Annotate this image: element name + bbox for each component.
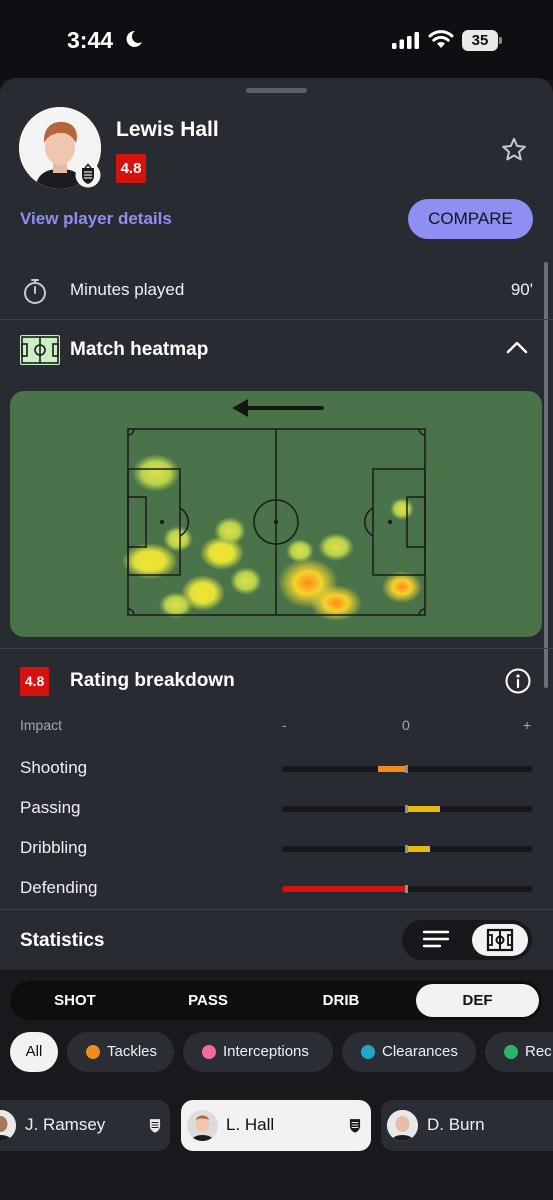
- chip-label: All: [25, 1043, 43, 1060]
- player-rating-badge: 4.8: [116, 154, 146, 183]
- impact-scale-plus: +: [523, 717, 532, 733]
- rating-row-shooting: Shooting: [0, 758, 553, 798]
- player-card-avatar: [387, 1110, 418, 1141]
- view-player-details-link[interactable]: View player details: [20, 209, 172, 229]
- impact-label: Impact: [20, 717, 63, 733]
- impact-track: [282, 885, 532, 893]
- impact-zero-marker: [405, 805, 408, 813]
- minutes-played-value: 90': [510, 280, 533, 299]
- impact-fill: [377, 766, 407, 772]
- chevron-up-icon[interactable]: [506, 340, 528, 354]
- interceptions-dot-icon: [202, 1045, 216, 1059]
- recoveries-dot-icon: [504, 1045, 518, 1059]
- club-badge-icon: [349, 1119, 361, 1133]
- rating-breakdown-badge: 4.8: [20, 667, 49, 696]
- player-card-name: D. Burn: [427, 1115, 485, 1134]
- filter-tackles-chip[interactable]: Tackles: [67, 1032, 174, 1072]
- list-view-button[interactable]: [407, 924, 465, 956]
- chip-label: Tackles: [107, 1043, 158, 1060]
- match-heatmap: [10, 391, 542, 637]
- impact-track: [282, 765, 532, 773]
- tab-pass[interactable]: PASS: [143, 984, 273, 1017]
- minutes-played-row: Minutes played 90': [0, 268, 553, 320]
- stopwatch-icon: [24, 279, 46, 304]
- filter-recoveries-chip[interactable]: Rec: [485, 1032, 553, 1072]
- wifi-icon: [428, 30, 454, 48]
- impact-fill: [406, 806, 441, 812]
- rating-breakdown: 4.8 Rating breakdown Impact - 0 + Shooti…: [0, 648, 553, 910]
- player-card-name: L. Hall: [226, 1115, 275, 1134]
- heatmap-header[interactable]: Match heatmap: [0, 320, 553, 382]
- filter-all-chip[interactable]: All: [10, 1032, 58, 1072]
- impact-track: [282, 845, 532, 853]
- player-name: Lewis Hall: [116, 118, 219, 141]
- impact-zero-marker: [405, 765, 408, 773]
- tab-shot[interactable]: SHOT: [10, 984, 140, 1017]
- attack-direction-arrow-icon: [232, 399, 324, 417]
- signal-icon: [392, 32, 419, 49]
- compare-button[interactable]: COMPARE: [408, 199, 533, 239]
- battery-level: 35: [462, 30, 498, 51]
- impact-fill: [282, 886, 407, 892]
- chip-label: Interceptions: [223, 1043, 309, 1060]
- tackles-dot-icon: [86, 1045, 100, 1059]
- category-tabs: SHOT PASS DRIB DEF: [10, 981, 542, 1020]
- impact-scale-zero: 0: [402, 717, 410, 733]
- statistics-controls: SHOT PASS DRIB DEF All Tackles Intercept…: [0, 970, 553, 1200]
- pitch-icon: [486, 928, 514, 952]
- status-time: 3:44: [67, 27, 114, 53]
- heatmap-pitch: [122, 399, 426, 621]
- favorite-star-icon[interactable]: [500, 136, 528, 164]
- rating-row-label: Passing: [20, 798, 81, 817]
- impact-zero-marker: [405, 845, 408, 853]
- player-card-ramsey[interactable]: J. Ramsey: [0, 1100, 170, 1151]
- player-selector: J. Ramsey L. Hall D. Burn: [0, 1100, 553, 1152]
- club-badge-icon: [149, 1119, 161, 1133]
- heatmap-title: Match heatmap: [70, 339, 209, 360]
- player-card-name: J. Ramsey: [25, 1115, 106, 1134]
- player-card-hall[interactable]: L. Hall: [181, 1100, 371, 1151]
- player-card-avatar: [187, 1110, 218, 1141]
- status-bar: 3:44 35: [0, 0, 553, 80]
- filter-interceptions-chip[interactable]: Interceptions: [183, 1032, 333, 1072]
- clearances-dot-icon: [361, 1045, 375, 1059]
- impact-fill: [406, 846, 431, 852]
- pitch-icon: [20, 335, 60, 365]
- impact-zero-marker: [405, 885, 408, 893]
- chip-label: Rec: [525, 1043, 552, 1060]
- player-card-burn[interactable]: D. Burn: [381, 1100, 553, 1151]
- info-icon[interactable]: [504, 667, 532, 695]
- sheet-grabber[interactable]: [246, 88, 307, 93]
- minutes-played-label: Minutes played: [70, 280, 185, 299]
- impact-scale-minus: -: [282, 717, 287, 733]
- tab-def[interactable]: DEF: [416, 984, 539, 1017]
- statistics-title: Statistics: [20, 930, 105, 951]
- player-sheet: Lewis Hall 4.8 View player details COMPA…: [0, 78, 553, 1200]
- rating-row-label: Shooting: [20, 758, 88, 777]
- tab-drib[interactable]: DRIB: [276, 984, 406, 1017]
- chip-label: Clearances: [382, 1043, 458, 1060]
- filter-clearances-chip[interactable]: Clearances: [342, 1032, 476, 1072]
- heatmap-blobs: [122, 454, 422, 621]
- rating-row-passing: Passing: [0, 798, 553, 838]
- list-icon: [422, 930, 450, 948]
- impact-track: [282, 805, 532, 813]
- battery-indicator: 35: [462, 30, 502, 51]
- rating-breakdown-title: Rating breakdown: [70, 670, 235, 691]
- rating-row-dribbling: Dribbling: [0, 838, 553, 878]
- player-card-avatar: [0, 1110, 16, 1141]
- pitch-view-button[interactable]: [472, 924, 528, 956]
- moon-icon: [126, 30, 142, 47]
- rating-row-label: Defending: [20, 878, 98, 897]
- battery-tip: [499, 37, 502, 44]
- rating-row-label: Dribbling: [20, 838, 88, 857]
- statistics-header: Statistics: [0, 910, 553, 970]
- club-badge-icon: [75, 162, 101, 188]
- filter-chips: All Tackles Interceptions Clearances Rec: [0, 1032, 553, 1072]
- view-toggle: [402, 920, 532, 960]
